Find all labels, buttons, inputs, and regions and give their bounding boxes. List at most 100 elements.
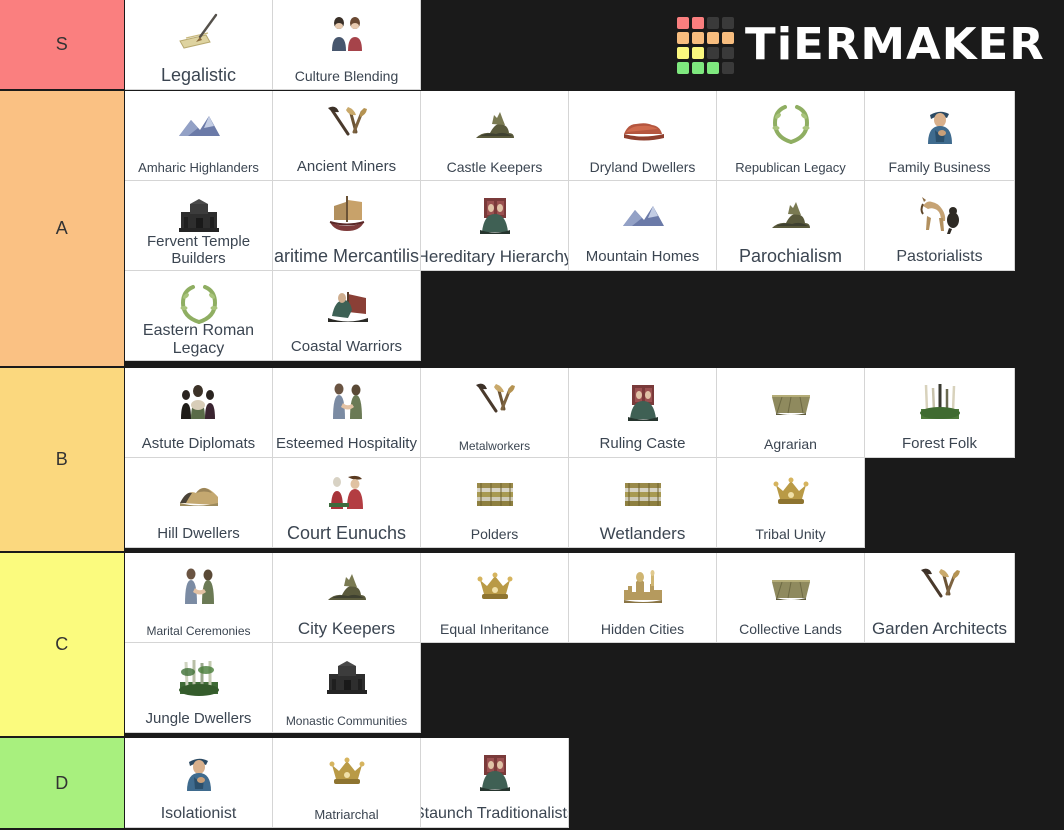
tier-label-c[interactable]: C — [0, 553, 125, 736]
jungle-icon — [125, 651, 272, 703]
tier-item[interactable]: Maritime Mercantilism — [273, 181, 421, 271]
tier-item-label: Maritime Mercantilism — [273, 245, 420, 266]
tier-item-label: Court Eunuchs — [286, 522, 407, 543]
tier-body-a[interactable]: Amharic Highlanders Ancient Miners Castle … — [125, 91, 1064, 366]
tier-item[interactable]: Garden Architects — [865, 553, 1015, 643]
sailing-ship-icon — [273, 189, 420, 241]
tier-item[interactable]: Amharic Highlanders — [125, 91, 273, 181]
tier-item-label: Parochialism — [738, 245, 843, 266]
tier-item[interactable]: Jungle Dwellers — [125, 643, 273, 733]
logo-swatch-5 — [692, 31, 705, 44]
throne-icon — [569, 376, 716, 428]
tier-label-d[interactable]: D — [0, 738, 125, 828]
tier-item-grid: Amharic Highlanders Ancient Miners Castle … — [125, 91, 1064, 361]
tier-item[interactable]: Dryland Dwellers — [569, 91, 717, 181]
tier-item-label: Monastic Communities — [285, 713, 408, 728]
tier-row-d: D Isolationist Matriarchal Staunch Traditio… — [0, 738, 1064, 830]
tier-item-label: Equal Inheritance — [440, 621, 549, 638]
tier-item[interactable]: Hereditary Hierarchy — [421, 181, 569, 271]
crown-icon — [421, 561, 568, 613]
tier-item[interactable]: Marital Ceremonies — [125, 553, 273, 643]
polder-icon — [421, 466, 568, 518]
tier-item[interactable]: City Keepers — [273, 553, 421, 643]
tier-item-grid: Astute Diplomats Esteemed Hospitality Meta… — [125, 368, 1064, 548]
tier-item[interactable]: Ruling Caste — [569, 368, 717, 458]
tier-item[interactable]: Legalistic — [125, 0, 273, 90]
tier-item-label: Forest Folk — [901, 435, 978, 453]
tier-item[interactable]: Castle Keepers — [421, 91, 569, 181]
tier-item[interactable]: Hill Dwellers — [125, 458, 273, 548]
horse-icon — [865, 189, 1014, 241]
tier-item[interactable]: Parochialism — [717, 181, 865, 271]
tier-body-b[interactable]: Astute Diplomats Esteemed Hospitality Meta… — [125, 368, 1064, 551]
tier-item-label: Castle Keepers — [446, 159, 543, 176]
forest-icon — [865, 376, 1014, 428]
tier-item-label: Garden Architects — [871, 618, 1008, 638]
tier-item[interactable]: Hidden Cities — [569, 553, 717, 643]
handshake-icon — [273, 376, 420, 428]
tier-item[interactable]: Staunch Traditionalists — [421, 738, 569, 828]
temple-icon — [273, 651, 420, 703]
tier-item[interactable]: Esteemed Hospitality — [273, 368, 421, 458]
castle-icon — [273, 561, 420, 613]
tier-item-label: Jungle Dwellers — [145, 710, 252, 728]
tier-item[interactable]: Coastal Warriors — [273, 271, 421, 361]
merchant-icon — [865, 99, 1014, 151]
logo-swatch-3 — [722, 16, 735, 29]
tier-item[interactable]: Wetlanders — [569, 458, 717, 548]
tier-label-a[interactable]: A — [0, 91, 125, 366]
tier-item[interactable]: Astute Diplomats — [125, 368, 273, 458]
tier-item[interactable]: Equal Inheritance — [421, 553, 569, 643]
tier-item[interactable]: Mountain Homes — [569, 181, 717, 271]
tier-item[interactable]: Culture Blending — [273, 0, 421, 90]
crown-icon — [273, 746, 420, 798]
tier-item[interactable]: Agrarian — [717, 368, 865, 458]
coastal-raider-icon — [273, 279, 420, 331]
tier-item-label: Staunch Traditionalists — [421, 805, 569, 823]
tier-item-label: Polders — [470, 526, 519, 543]
merchant-icon — [125, 746, 272, 798]
throne-icon — [421, 746, 568, 798]
tier-item[interactable]: Matriarchal — [273, 738, 421, 828]
tier-body-c[interactable]: Marital Ceremonies City Keepers Equal Inhe… — [125, 553, 1064, 736]
tier-item-label: Marital Ceremonies — [146, 623, 251, 638]
tier-item[interactable]: Ancient Miners — [273, 91, 421, 181]
logo-swatch-8 — [677, 46, 690, 59]
hills-icon — [125, 466, 272, 518]
tier-item[interactable]: Polders — [421, 458, 569, 548]
tier-item-label: Wetlanders — [599, 523, 686, 543]
throne-icon — [421, 189, 568, 241]
tier-item[interactable]: Republican Legacy — [717, 91, 865, 181]
tier-item[interactable]: Collective Lands — [717, 553, 865, 643]
tier-item-label: Isolationist — [160, 805, 237, 823]
logo-swatch-12 — [677, 61, 690, 74]
tier-item-label: Ruling Caste — [599, 435, 686, 453]
logo-swatch-11 — [722, 46, 735, 59]
tier-item[interactable]: Family Business — [865, 91, 1015, 181]
tier-item[interactable]: Isolationist — [125, 738, 273, 828]
courtiers-icon — [273, 466, 420, 518]
tier-label-b[interactable]: B — [0, 368, 125, 551]
tier-label-s[interactable]: S — [0, 0, 125, 89]
logo-swatch-10 — [707, 46, 720, 59]
tier-body-d[interactable]: Isolationist Matriarchal Staunch Tradition… — [125, 738, 1064, 828]
tier-item[interactable]: Pastorialists — [865, 181, 1015, 271]
logo-swatch-1 — [692, 16, 705, 29]
logo-swatch-2 — [707, 16, 720, 29]
tier-item[interactable]: Forest Folk — [865, 368, 1015, 458]
tier-item[interactable]: Fervent Temple Builders — [125, 181, 273, 271]
tier-item-label: Coastal Warriors — [290, 338, 403, 356]
tier-item-label: Hidden Cities — [600, 621, 685, 638]
tier-item[interactable]: Monastic Communities — [273, 643, 421, 733]
crown-icon — [717, 466, 864, 518]
farmland-icon — [717, 376, 864, 428]
castle-icon — [421, 99, 568, 151]
diplomats-icon — [125, 376, 272, 428]
tier-item[interactable]: Metalworkers — [421, 368, 569, 458]
tier-item[interactable]: Tribal Unity — [717, 458, 865, 548]
tier-item[interactable]: Eastern Roman Legacy — [125, 271, 273, 361]
tier-item[interactable]: Court Eunuchs — [273, 458, 421, 548]
handshake-icon — [125, 561, 272, 613]
tier-row-c: C Marital Ceremonies City Keepers Equal Inh… — [0, 553, 1064, 738]
tier-item-label: Metalworkers — [458, 438, 531, 453]
